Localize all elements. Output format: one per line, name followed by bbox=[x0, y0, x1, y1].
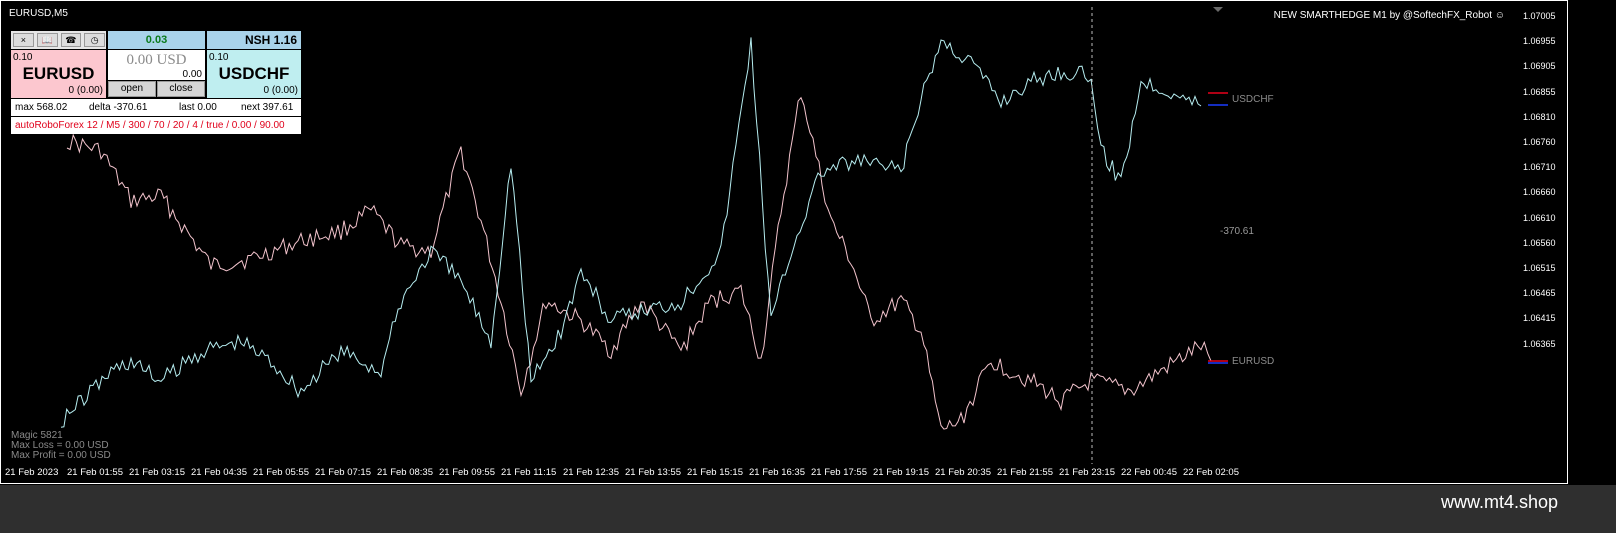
phone-icon[interactable]: ☎ bbox=[60, 33, 82, 47]
price-tick-label: 1.06710 bbox=[1523, 162, 1556, 173]
series-tag-eurusd: EURUSD bbox=[1232, 356, 1275, 367]
price-tick-label: 1.06610 bbox=[1523, 212, 1556, 223]
time-tick-label: 21 Feb 2023 bbox=[5, 467, 59, 478]
eurusd-lot: 0.10 bbox=[13, 52, 33, 63]
eurusd-line bbox=[66, 96, 1212, 430]
time-tick-label: 21 Feb 20:35 bbox=[935, 467, 991, 478]
expert-brand-title: NEW SMARTHEDGE M1 by @SoftechFX_Robot ☺ bbox=[1274, 10, 1505, 21]
footer-bar: www.mt4.shop bbox=[0, 485, 1616, 533]
time-tick-label: 21 Feb 16:35 bbox=[749, 467, 805, 478]
close-button[interactable]: close bbox=[157, 81, 205, 97]
time-tick-label: 21 Feb 21:55 bbox=[997, 467, 1053, 478]
time-axis[interactable]: 21 Feb 2023 21 Feb 01:55 21 Feb 03:15 21 Fe… bbox=[1, 467, 1569, 483]
price-tick-label: 1.06415 bbox=[1523, 313, 1556, 324]
stat-delta: delta -370.61 bbox=[89, 102, 148, 113]
time-tick-label: 21 Feb 09:55 bbox=[439, 467, 495, 478]
time-tick-label: 21 Feb 04:35 bbox=[191, 467, 247, 478]
scroll-shift-marker bbox=[1213, 7, 1223, 12]
time-tick-label: 21 Feb 15:15 bbox=[687, 467, 743, 478]
usdchf-symbol: USDCHF bbox=[218, 64, 290, 83]
stat-next: next 397.61 bbox=[241, 102, 294, 113]
chart-window[interactable]: EURUSD,M5 NEW SMARTHEDGE M1 by @SoftechF… bbox=[0, 0, 1568, 484]
price-tick-label: 1.07005 bbox=[1523, 11, 1556, 21]
clock-icon[interactable]: ◷ bbox=[84, 33, 105, 47]
price-tick-label: 1.06905 bbox=[1523, 61, 1556, 72]
price-tick-label: 1.06560 bbox=[1523, 237, 1556, 248]
total-usd-box: 0.00 USD 0.00 bbox=[108, 50, 205, 80]
time-tick-label: 21 Feb 01:55 bbox=[67, 467, 123, 478]
price-tick-label: 1.06955 bbox=[1523, 36, 1556, 47]
time-tick-label: 21 Feb 12:35 bbox=[563, 467, 619, 478]
time-tick-label: 21 Feb 23:15 bbox=[1059, 467, 1115, 478]
max-profit: Max Profit = 0.00 USD bbox=[11, 450, 111, 461]
time-tick-label: 21 Feb 19:15 bbox=[873, 467, 929, 478]
usdchf-leg[interactable]: 0.10 USDCHF 0 (0.00) bbox=[207, 50, 301, 98]
time-tick-label: 21 Feb 13:55 bbox=[625, 467, 681, 478]
time-tick-label: 21 Feb 03:15 bbox=[129, 467, 185, 478]
total-usd-sub: 0.00 bbox=[182, 69, 202, 80]
price-tick-label: 1.06465 bbox=[1523, 288, 1556, 299]
delta-value-label: -370.61 bbox=[1220, 226, 1254, 237]
price-tick-label: 1.06855 bbox=[1523, 86, 1556, 97]
price-tick-label: 1.06365 bbox=[1523, 338, 1556, 349]
price-tick-label: 1.06660 bbox=[1523, 187, 1556, 198]
expert-settings-line: autoRoboForex 12 / M5 / 300 / 70 / 20 / … bbox=[11, 117, 301, 134]
time-tick-label: 22 Feb 02:05 bbox=[1183, 467, 1239, 478]
total-usd: 0.00 USD bbox=[126, 52, 187, 68]
price-axis[interactable]: 1.07005 1.06955 1.06905 1.06855 1.06810 1.067… bbox=[1523, 1, 1569, 485]
brand-text: NEW SMARTHEDGE M1 by @SoftechFX_Robot bbox=[1273, 10, 1492, 21]
eurusd-symbol: EURUSD bbox=[22, 64, 95, 83]
price-tick-label: 1.06760 bbox=[1523, 137, 1556, 147]
close-panel-icon[interactable]: × bbox=[13, 33, 34, 47]
magic-info: Magic 5821 Max Loss = 0.00 USD Max Profi… bbox=[11, 431, 111, 461]
price-tick-label: 1.06810 bbox=[1523, 111, 1556, 122]
eurusd-sub: 0 (0.00) bbox=[68, 85, 103, 96]
time-tick-label: 21 Feb 17:55 bbox=[811, 467, 867, 478]
book-icon[interactable]: 📖 bbox=[36, 33, 58, 47]
smiley-icon: ☺ bbox=[1494, 10, 1505, 21]
trade-panel: × 📖 ☎ ◷ 0.03 NSH 1.16 0.10 EURUSD 0 (0.0… bbox=[11, 31, 301, 135]
usdchf-sub: 0 (0.00) bbox=[263, 85, 298, 96]
eurusd-leg[interactable]: 0.10 EURUSD 0 (0.00) bbox=[11, 50, 106, 98]
stat-max: max 568.02 bbox=[15, 102, 68, 113]
chart-symbol-title: EURUSD,M5 bbox=[9, 8, 68, 19]
usdchf-lot: 0.10 bbox=[209, 52, 229, 63]
time-tick-label: 21 Feb 08:35 bbox=[377, 467, 433, 478]
stat-last: last 0.00 bbox=[179, 102, 217, 113]
price-tick-label: 1.06515 bbox=[1523, 263, 1556, 273]
stats-row: max 568.02 delta -370.61 last 0.00 next … bbox=[11, 99, 301, 116]
panel-toolbar: × 📖 ☎ ◷ bbox=[11, 31, 106, 49]
time-tick-label: 22 Feb 00:45 bbox=[1121, 467, 1177, 478]
footer-url[interactable]: www.mt4.shop bbox=[1441, 492, 1558, 513]
nsh-value: NSH 1.16 bbox=[207, 31, 301, 49]
profit-value: 0.03 bbox=[108, 31, 205, 49]
open-button[interactable]: open bbox=[108, 81, 156, 97]
time-tick-label: 21 Feb 05:55 bbox=[253, 467, 309, 478]
time-tick-label: 21 Feb 07:15 bbox=[315, 467, 371, 478]
series-tag-usdchf: USDCHF bbox=[1232, 94, 1274, 105]
time-tick-label: 21 Feb 11:15 bbox=[501, 467, 557, 478]
